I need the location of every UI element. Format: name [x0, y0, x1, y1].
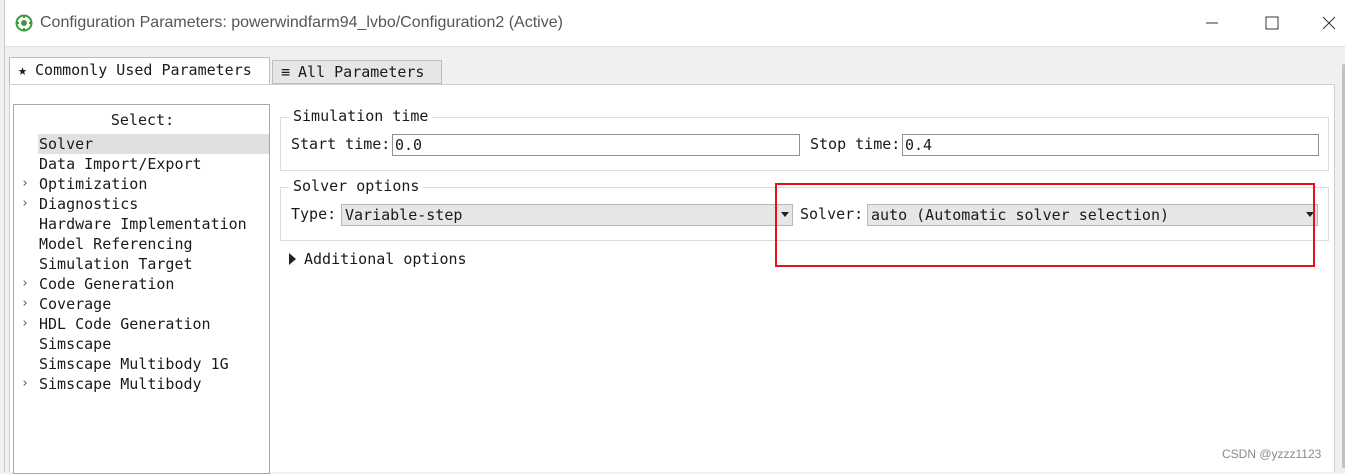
watermark: CSDN @yzzz1123 — [1222, 447, 1322, 461]
title-bar: Configuration Parameters: powerwindfarm9… — [5, 0, 1345, 47]
tree-item-label: Code Generation — [39, 275, 175, 293]
tree-item-label: Data Import/Export — [39, 155, 202, 173]
tree-item-simscape-multibody[interactable]: › Simscape Multibody — [14, 374, 269, 394]
tree-item-code-generation[interactable]: › Code Generation — [14, 274, 269, 294]
stop-time-label: Stop time: — [810, 135, 901, 153]
tree-item-model-referencing[interactable]: Model Referencing — [14, 234, 269, 254]
tree-item-label: HDL Code Generation — [39, 315, 211, 333]
tree-item-simulation-target[interactable]: Simulation Target — [14, 254, 269, 274]
tree-item-label: Coverage — [39, 295, 112, 313]
type-select-value: Variable-step — [345, 206, 463, 224]
tree-list: Solver Data Import/Export › Optimization… — [14, 134, 269, 394]
stop-time-input[interactable]: 0.4 — [902, 134, 1319, 156]
tab-commonly-used[interactable]: ★ Commonly Used Parameters — [9, 57, 270, 85]
additional-options-toggle[interactable]: Additional options — [289, 250, 467, 268]
simulation-time-group: Simulation time Start time: 0.0 Stop tim… — [280, 107, 1329, 171]
expand-chevron-icon[interactable]: › — [21, 194, 33, 214]
expand-chevron-icon[interactable]: › — [21, 294, 33, 314]
annotation-highlight-box — [775, 183, 1315, 267]
expand-chevron-icon[interactable]: › — [21, 274, 33, 294]
tree-item-label: Simulation Target — [39, 255, 193, 273]
tree-item-label: Diagnostics — [39, 195, 139, 213]
simulink-app-icon — [15, 14, 33, 32]
tree-item-simscape-multibody-1g[interactable]: Simscape Multibody 1G — [14, 354, 269, 374]
tree-item-diagnostics[interactable]: › Diagnostics — [14, 194, 269, 214]
type-select[interactable]: Variable-step — [341, 204, 793, 226]
minimize-icon[interactable] — [1201, 12, 1223, 34]
tab-all-parameters[interactable]: ≡ All Parameters — [272, 60, 442, 84]
tree-item-solver[interactable]: Solver — [14, 134, 269, 154]
tree-item-label: Hardware Implementation — [39, 215, 247, 233]
category-tree: Select: Solver Data Import/Export › Opti… — [13, 104, 270, 474]
tree-item-label: Solver — [39, 135, 94, 153]
tab-bar: ★ Commonly Used Parameters ≡ All Parameter… — [5, 57, 1345, 85]
tree-item-label: Simscape Multibody — [39, 375, 202, 393]
tab-label: Commonly Used Parameters — [35, 61, 252, 79]
tab-content-panel: Select: Solver Data Import/Export › Opti… — [9, 84, 1335, 474]
group-title: Solver options — [289, 177, 424, 195]
tree-item-hdl-code-generation[interactable]: › HDL Code Generation — [14, 314, 269, 334]
tree-item-data-import-export[interactable]: Data Import/Export — [14, 154, 269, 174]
vertical-scrollbar[interactable] — [1339, 60, 1345, 472]
window-title: Configuration Parameters: powerwindfarm9… — [40, 14, 563, 31]
tree-item-label: Optimization — [39, 175, 148, 193]
group-title: Simulation time — [289, 107, 433, 125]
start-time-input[interactable]: 0.0 — [392, 134, 800, 156]
tree-item-coverage[interactable]: › Coverage — [14, 294, 269, 314]
tree-header: Select: — [110, 111, 175, 129]
start-time-label: Start time: — [291, 135, 391, 153]
tree-item-hardware-implementation[interactable]: Hardware Implementation — [14, 214, 269, 234]
tree-item-label: Simscape — [39, 335, 112, 353]
tree-item-label: Model Referencing — [39, 235, 193, 253]
expand-chevron-icon[interactable]: › — [21, 174, 33, 194]
additional-options-label: Additional options — [304, 250, 467, 268]
tree-item-optimization[interactable]: › Optimization — [14, 174, 269, 194]
type-label: Type: — [291, 205, 337, 223]
maximize-icon[interactable] — [1261, 12, 1283, 34]
expand-triangle-icon — [289, 253, 296, 265]
tree-item-label: Simscape Multibody 1G — [39, 355, 229, 373]
expand-chevron-icon[interactable]: › — [21, 314, 33, 334]
close-icon[interactable] — [1318, 12, 1340, 34]
expand-chevron-icon[interactable]: › — [21, 374, 33, 394]
tree-item-simscape[interactable]: Simscape — [14, 334, 269, 354]
tab-label: All Parameters — [298, 63, 425, 81]
star-icon: ★ — [18, 61, 28, 79]
list-icon: ≡ — [281, 63, 291, 81]
